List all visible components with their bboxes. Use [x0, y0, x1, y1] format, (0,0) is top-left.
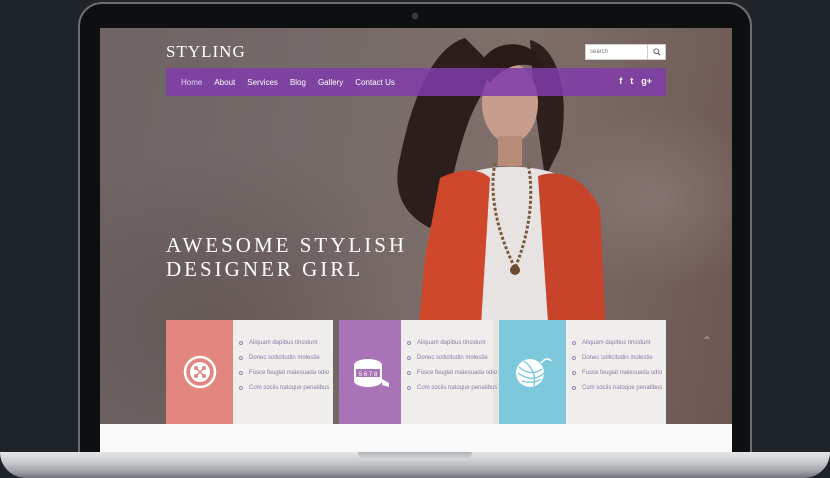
main-nav: Home About Services Blog Gallery Contact… — [166, 68, 666, 96]
search-icon — [652, 48, 661, 56]
yarn-ball-icon — [515, 358, 552, 387]
search-box — [585, 44, 666, 60]
feature-card-3[interactable]: Aliquam dapibus tincidunt Donec sollicit… — [499, 320, 666, 424]
facebook-icon[interactable]: f — [619, 76, 622, 86]
scroll-up-icon[interactable]: ⌃ — [702, 334, 712, 348]
list-item: Cum sociis natoque penatibus — [239, 385, 333, 391]
list-item: Fusce feugiat malesuada odio — [572, 370, 666, 376]
search-input[interactable] — [586, 45, 647, 59]
webcam — [412, 13, 418, 19]
nav-gallery[interactable]: Gallery — [318, 78, 343, 87]
hero-headline: AWESOME STYLISH DESIGNER GIRL — [166, 233, 407, 281]
list-item: Donec sollicitudin molestie — [239, 355, 333, 361]
feature-card-1[interactable]: Aliquam dapibus tincidunt Donec sollicit… — [166, 320, 333, 424]
list-item: Cum sociis natoque penatibus — [572, 385, 666, 391]
nav-home[interactable]: Home — [181, 78, 202, 87]
screen: STYLING Home About Services Blog Gallery… — [100, 28, 732, 453]
list-item: Donec sollicitudin molestie — [407, 355, 493, 361]
list-item: Aliquam dapibus tincidunt — [239, 340, 333, 346]
search-button[interactable] — [647, 45, 665, 59]
nav-about[interactable]: About — [214, 78, 235, 87]
list-item: Donec sollicitudin molestie — [572, 355, 666, 361]
card-icon-panel — [166, 320, 233, 424]
social-links: f t g+ — [619, 76, 652, 86]
nav-blog[interactable]: Blog — [290, 78, 306, 87]
card-icon-panel — [499, 320, 566, 424]
google-plus-icon[interactable]: g+ — [641, 76, 652, 86]
button-icon — [183, 355, 216, 389]
card-icon-panel: 5 6 7 8 — [339, 320, 401, 424]
card-list: Aliquam dapibus tincidunt Donec sollicit… — [233, 320, 333, 424]
list-item: Aliquam dapibus tincidunt — [572, 340, 666, 346]
site-logo[interactable]: STYLING — [166, 42, 246, 62]
list-item: Fusce feugiat malesuada odio — [239, 370, 333, 376]
svg-text:5 6 7 8: 5 6 7 8 — [359, 372, 378, 378]
card-list: Aliquam dapibus tincidunt Donec sollicit… — [401, 320, 497, 424]
laptop-notch — [358, 452, 472, 460]
nav-contact[interactable]: Contact Us — [355, 78, 395, 87]
nav-services[interactable]: Services — [247, 78, 278, 87]
card-list: Aliquam dapibus tincidunt Donec sollicit… — [566, 320, 666, 424]
list-item: Aliquam dapibus tincidunt — [407, 340, 493, 346]
list-item: Cum sociis natoque penatibus — [407, 385, 497, 391]
headline-line-1: AWESOME STYLISH — [166, 233, 408, 257]
list-item: Fusce feugiat malesuada odio — [407, 370, 497, 376]
feature-card-2[interactable]: 5 6 7 8 Aliquam dapibus tincidunt Donec … — [339, 320, 497, 424]
headline-line-2: DESIGNER GIRL — [166, 257, 364, 281]
content-strip — [100, 424, 732, 453]
measuring-tape-icon: 5 6 7 8 — [354, 359, 389, 387]
twitter-icon[interactable]: t — [630, 76, 633, 86]
